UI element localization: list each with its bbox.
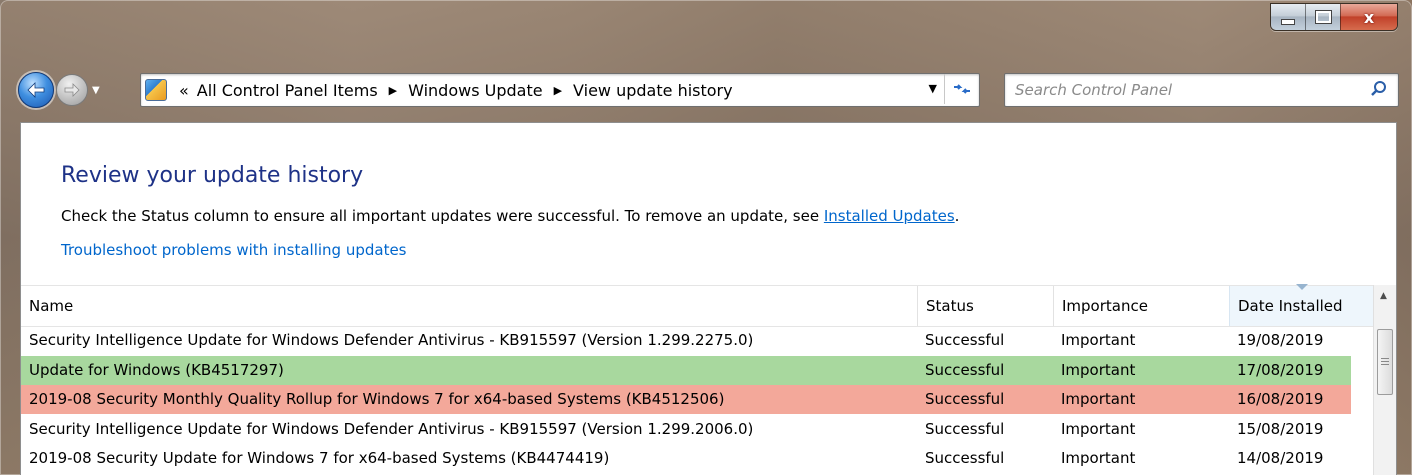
table-row[interactable]: 2019-08 Security Monthly Quality Rollup … [21,385,1351,414]
breadcrumb-arrow-icon[interactable]: ▶ [554,84,562,97]
cell-date-installed: 16/08/2019 [1237,390,1324,408]
breadcrumb-view-update-history[interactable]: View update history [573,81,733,100]
cell-name: Security Intelligence Update for Windows… [29,331,754,349]
recent-pages-dropdown[interactable]: ▼ [92,85,100,96]
forward-arrow-icon [64,83,80,97]
thumb-grip-icon [1381,364,1389,365]
installed-updates-link[interactable]: Installed Updates [824,207,955,225]
cell-importance: Important [1061,360,1136,379]
update-history-table: Name Status Importance Date Installed Se… [21,284,1396,475]
cell-date-installed: 15/08/2019 [1237,419,1324,438]
search-input[interactable]: Search Control Panel [1015,81,1172,99]
cell-status: Successful [925,419,1005,438]
address-dropdown-icon[interactable]: ▼ [929,82,937,95]
page-description: Check the Status column to ensure all im… [61,207,959,225]
cell-status: Successful [925,360,1005,379]
table-header: Name Status Importance Date Installed [21,284,1373,327]
breadcrumb-arrow-icon[interactable]: ▶ [389,84,397,97]
cell-date-installed: 14/08/2019 [1237,449,1324,467]
refresh-icon [954,84,970,94]
thumb-grip-icon [1381,358,1389,359]
cell-name: Update for Windows (KB4517297) [29,360,284,379]
maximize-button[interactable] [1305,4,1340,30]
breadcrumb-all-control-panel-items[interactable]: All Control Panel Items [197,81,378,100]
cell-status: Successful [925,331,1005,349]
cell-importance: Important [1061,331,1136,349]
close-button[interactable]: x [1340,4,1397,30]
table-row[interactable]: 2019-08 Security Update for Windows 7 fo… [21,444,1351,473]
cell-status: Successful [925,390,1005,408]
scroll-up-arrow-icon[interactable]: ▲ [1380,291,1387,301]
back-button[interactable] [18,72,54,108]
minimize-icon [1281,19,1295,25]
search-box[interactable]: Search Control Panel [1004,73,1399,107]
minimize-button[interactable] [1271,4,1305,30]
forward-button[interactable] [56,74,88,106]
column-header-date-label: Date Installed [1238,297,1343,315]
column-header-name[interactable]: Name [21,286,917,326]
table-row[interactable]: Security Intelligence Update for Windows… [21,415,1351,444]
refresh-button[interactable] [944,74,979,104]
scrollbar-thumb[interactable] [1377,329,1393,395]
maximize-icon [1314,10,1332,24]
description-text: Check the Status column to ensure all im… [61,207,824,225]
window-frame: x ▼ « All Control Panel Items ▶ Windows … [0,0,1412,475]
search-icon[interactable] [1370,80,1388,98]
table-row[interactable]: Security Intelligence Update for Windows… [21,326,1351,355]
breadcrumb-windows-update[interactable]: Windows Update [408,81,542,100]
vertical-scrollbar[interactable]: ▲ [1373,285,1396,475]
column-header-date-installed[interactable]: Date Installed [1229,284,1373,326]
control-panel-icon [145,79,167,101]
cell-name: 2019-08 Security Update for Windows 7 fo… [29,449,610,467]
sort-descending-icon [1295,284,1308,290]
caption-buttons: x [1270,3,1398,31]
address-bar[interactable]: « All Control Panel Items ▶ Windows Upda… [140,73,980,107]
cell-date-installed: 19/08/2019 [1237,331,1324,349]
thumb-grip-icon [1381,361,1389,362]
cell-importance: Important [1061,419,1136,438]
page-title: Review your update history [61,163,364,188]
cell-date-installed: 17/08/2019 [1237,360,1324,379]
cell-importance: Important [1061,449,1136,467]
content-pane: Review your update history Check the Sta… [20,122,1397,475]
column-header-importance[interactable]: Importance [1053,286,1229,326]
cell-name: Security Intelligence Update for Windows… [29,419,754,438]
cell-importance: Important [1061,390,1136,408]
close-icon: x [1363,7,1375,27]
cell-status: Successful [925,449,1005,467]
back-arrow-icon [27,82,45,98]
troubleshoot-link[interactable]: Troubleshoot problems with installing up… [61,241,407,259]
cell-name: 2019-08 Security Monthly Quality Rollup … [29,390,725,408]
navigation-buttons: ▼ [18,72,100,108]
table-row[interactable]: Update for Windows (KB4517297) Successful… [21,355,1351,385]
column-header-status[interactable]: Status [917,286,1053,326]
description-suffix: . [954,207,960,225]
breadcrumb-overflow[interactable]: « [179,81,189,100]
